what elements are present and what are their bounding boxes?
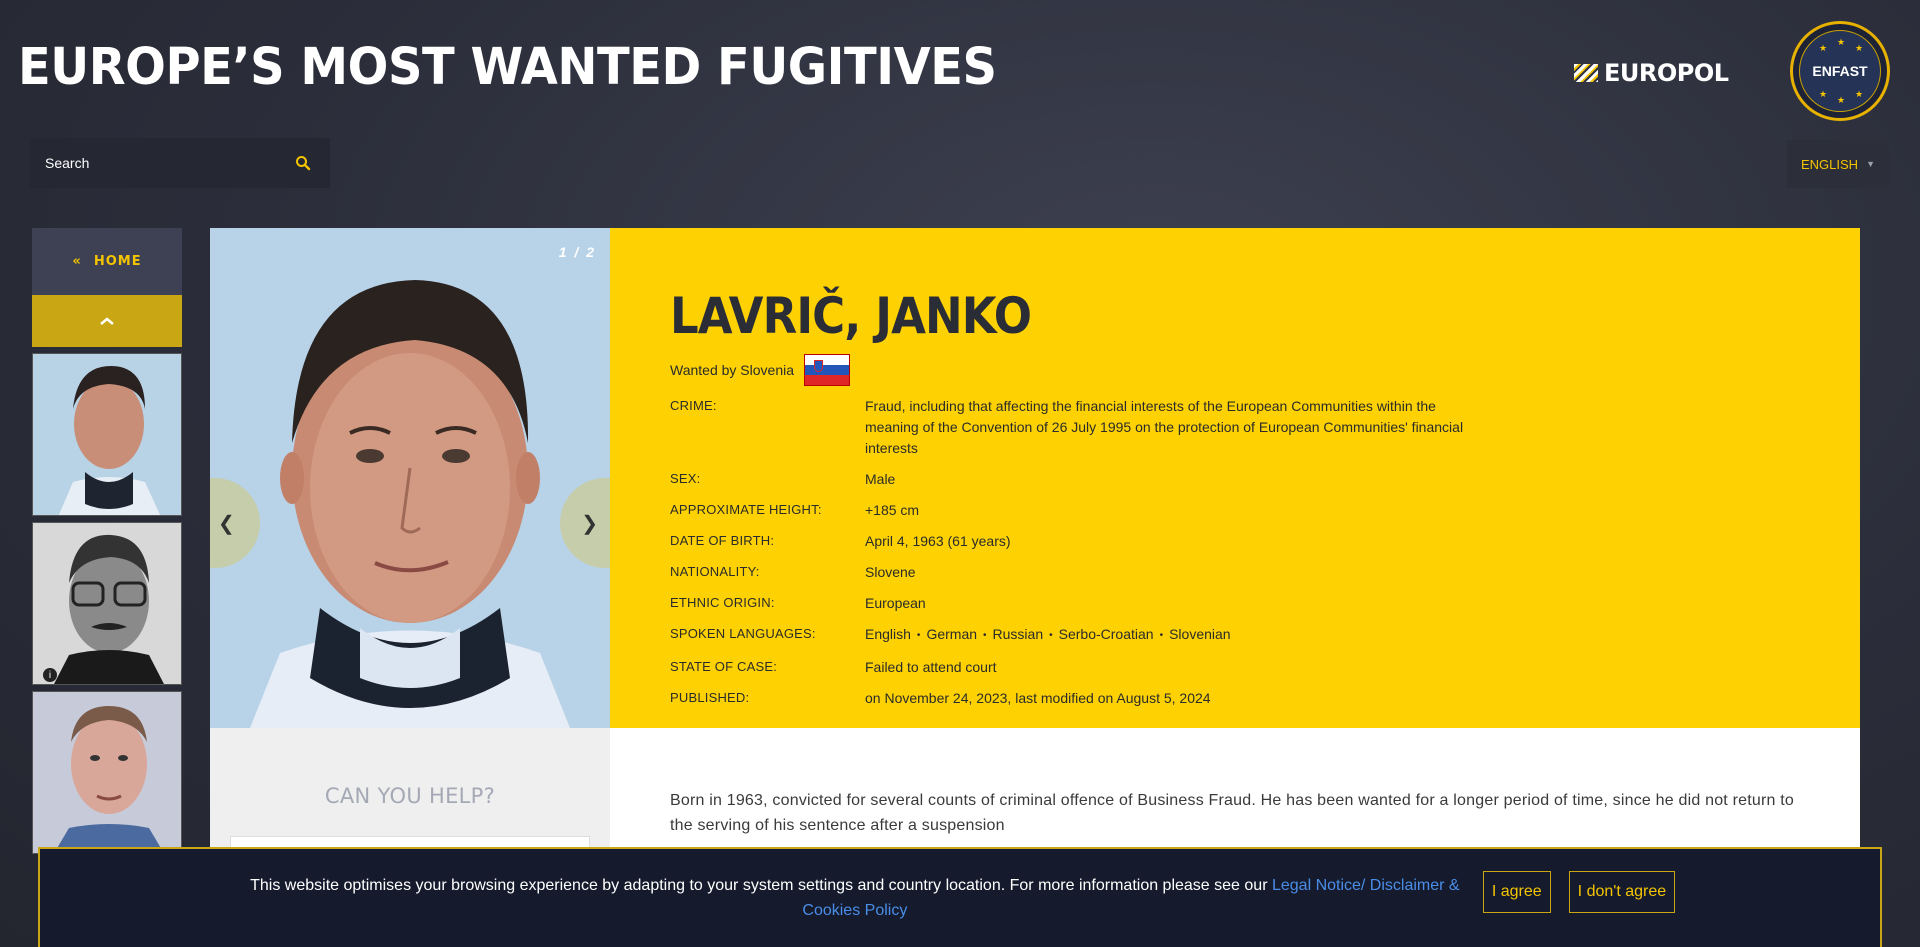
fugitive-thumbnail[interactable] xyxy=(32,691,182,854)
star-icon: ★ xyxy=(1837,95,1846,105)
fact-value: English • German • Russian • Serbo-Croatian • Sl… xyxy=(865,624,1490,647)
search-input[interactable] xyxy=(45,155,291,171)
fact-spoken-languages: SPOKEN LANGUAGES: English • German • Russian… xyxy=(670,624,1490,647)
chevron-up-icon xyxy=(100,317,114,325)
fact-value: +185 cm xyxy=(865,502,920,518)
chevron-right-icon: ❯ xyxy=(581,512,598,535)
fact-label: NATIONALITY: xyxy=(670,564,760,579)
double-chevron-left-icon: « xyxy=(72,254,82,269)
star-icon: ★ xyxy=(1819,43,1828,53)
cookie-consent-bar: This website optimises your browsing exp… xyxy=(38,847,1882,947)
fact-label: ETHNIC ORIGIN: xyxy=(670,595,775,610)
fact-crime: CRIME: Fraud, including that affecting t… xyxy=(670,396,1490,459)
search-icon[interactable] xyxy=(291,151,315,175)
language-item: Slovenian xyxy=(1169,626,1231,642)
fact-value: Slovene xyxy=(865,564,916,580)
fact-label: SEX: xyxy=(670,471,701,486)
search-box xyxy=(30,138,330,188)
language-item: German xyxy=(926,626,978,642)
fugitive-facts: CRIME: Fraud, including that affecting t… xyxy=(670,396,1490,709)
disagree-button[interactable]: I don't agree xyxy=(1568,871,1676,913)
europol-logo-text: EUROPOL xyxy=(1604,59,1729,87)
fugitive-thumbnail[interactable] xyxy=(32,353,182,516)
fugitive-sidebar: « HOME i xyxy=(32,228,182,854)
fugitive-thumbnail[interactable]: i xyxy=(32,522,182,685)
enfast-badge-inner: ★ ★ ★ ★ ★ ★ ENFAST xyxy=(1799,30,1881,112)
fact-value: April 4, 1963 (61 years) xyxy=(865,533,1011,549)
caret-down-icon: ▼ xyxy=(1866,159,1875,169)
fact-label: SPOKEN LANGUAGES: xyxy=(670,626,816,641)
language-item: Serbo-Croatian xyxy=(1058,626,1154,642)
fact-label: DATE OF BIRTH: xyxy=(670,533,775,548)
bullet-separator: • xyxy=(1049,630,1053,641)
fact-date-of-birth: DATE OF BIRTH: April 4, 1963 (61 years) xyxy=(670,531,1490,552)
chevron-left-icon: ❮ xyxy=(218,512,235,535)
fact-sex: SEX: Male xyxy=(670,469,1490,490)
fugitive-photo-thumbnail xyxy=(33,523,181,684)
fact-nationality: NATIONALITY: Slovene xyxy=(670,562,1490,583)
agree-button[interactable]: I agree xyxy=(1482,871,1551,913)
europol-mark-icon xyxy=(1574,64,1598,82)
home-label: HOME xyxy=(93,254,142,269)
fact-value: European xyxy=(865,595,926,611)
fact-value: on November 24, 2023, last modified on A… xyxy=(865,690,1211,706)
bullet-separator: • xyxy=(1159,630,1164,641)
fact-label: APPROXIMATE HEIGHT: xyxy=(670,502,822,517)
scroll-up-button[interactable] xyxy=(32,295,182,347)
language-selected: ENGLISH xyxy=(1801,156,1859,172)
cookie-message: This website optimises your browsing exp… xyxy=(245,873,1465,923)
cookie-message-text: This website optimises your browsing exp… xyxy=(250,877,1272,894)
fugitive-main-photo xyxy=(210,228,610,728)
star-icon: ★ xyxy=(1855,43,1864,53)
star-icon: ★ xyxy=(1819,89,1828,99)
fact-published: PUBLISHED: on November 24, 2023, last mo… xyxy=(670,688,1490,709)
wanted-by-row: Wanted by Slovenia xyxy=(670,354,1800,386)
fugitive-name: LAVRIČ, JANKO xyxy=(670,287,1032,345)
language-item: English xyxy=(865,626,911,642)
wanted-by-text: Wanted by Slovenia xyxy=(670,362,794,378)
fact-value: Male xyxy=(865,471,896,487)
fact-height: APPROXIMATE HEIGHT: +185 cm xyxy=(670,500,1490,521)
fact-value: Failed to attend court xyxy=(865,659,997,675)
europol-logo[interactable]: EUROPOL xyxy=(1574,58,1729,88)
can-you-help-title: CAN YOU HELP? xyxy=(324,784,496,808)
bullet-separator: • xyxy=(916,630,921,641)
site-title: EUROPE’S MOST WANTED FUGITIVES xyxy=(18,38,997,97)
fact-ethnic-origin: ETHNIC ORIGIN: European xyxy=(670,593,1490,614)
fact-value: Fraud, including that affecting the fina… xyxy=(865,398,1464,456)
fact-label: STATE OF CASE: xyxy=(670,659,778,674)
info-icon[interactable]: i xyxy=(43,668,57,682)
enfast-logo[interactable]: ★ ★ ★ ★ ★ ★ ENFAST xyxy=(1790,21,1890,121)
bullet-separator: • xyxy=(983,630,987,641)
language-select[interactable]: ENGLISH ▼ xyxy=(1787,140,1889,188)
language-item: Russian xyxy=(992,626,1044,642)
photo-counter: 1 / 2 xyxy=(558,244,596,260)
enfast-badge-text: ENFAST xyxy=(1812,63,1868,79)
home-button[interactable]: « HOME xyxy=(32,228,182,295)
fugitive-description: Born in 1963, convicted for several coun… xyxy=(670,792,1794,834)
fact-label: CRIME: xyxy=(670,398,717,413)
star-icon: ★ xyxy=(1855,89,1864,99)
fugitive-info-panel: LAVRIČ, JANKO Wanted by Slovenia CRIME: … xyxy=(610,228,1860,728)
fugitive-photo-thumbnail xyxy=(33,354,181,515)
fugitive-photo-thumbnail xyxy=(33,692,181,853)
slovenia-flag-icon xyxy=(804,354,850,386)
fact-label: PUBLISHED: xyxy=(670,690,750,705)
fugitive-photo-panel: 1 / 2 ❮ ❯ xyxy=(210,228,610,728)
fact-state-of-case: STATE OF CASE: Failed to attend court xyxy=(670,657,1490,678)
star-icon: ★ xyxy=(1837,37,1846,47)
